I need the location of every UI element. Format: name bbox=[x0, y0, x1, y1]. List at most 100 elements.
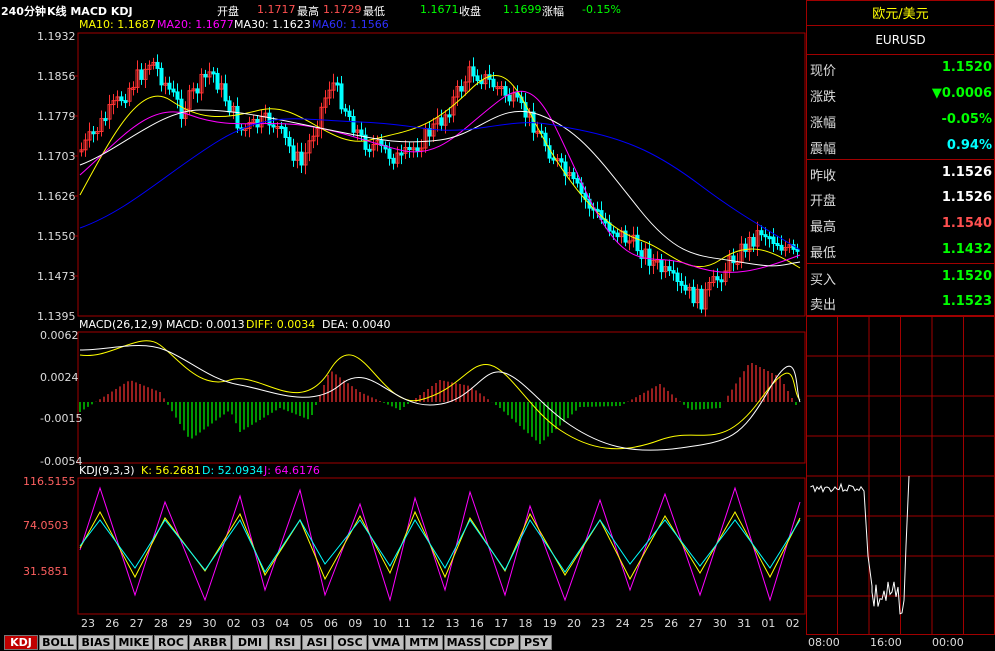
ma20-label: MA20: 1.1677 bbox=[157, 18, 234, 31]
instrument-symbol: EURUSD bbox=[807, 25, 994, 55]
candle-body bbox=[751, 236, 756, 247]
candle-body bbox=[667, 266, 672, 272]
quote-row-value: 0.94% bbox=[946, 138, 992, 153]
date-tick-label: 26 bbox=[664, 617, 678, 630]
quote-row-value: 1.1520 bbox=[941, 269, 992, 284]
tab-asi[interactable]: ASI bbox=[302, 635, 332, 650]
candle-body bbox=[551, 157, 556, 161]
tab-kdj[interactable]: KDJ bbox=[4, 635, 38, 650]
candlestick-chart[interactable]: MA10: 1.1687 MA20: 1.1677 MA30: 1.1623 M… bbox=[0, 0, 806, 634]
candle-body bbox=[343, 108, 348, 112]
candle-body bbox=[227, 100, 232, 113]
candle-body bbox=[223, 83, 228, 102]
price-tick-label: 1.1932 bbox=[37, 30, 76, 43]
candle-body bbox=[271, 124, 276, 128]
instrument-name: 欧元/美元 bbox=[872, 7, 929, 22]
tab-vma[interactable]: VMA bbox=[368, 635, 404, 650]
candle-body bbox=[391, 157, 396, 164]
kdj-k-value: K: 56.2681 bbox=[141, 464, 201, 477]
candle-body bbox=[759, 230, 764, 236]
tab-cdp[interactable]: CDP bbox=[485, 635, 519, 650]
quote-row: 涨跌 ▼0.0006 bbox=[807, 81, 995, 107]
intraday-time-0000: 00:00 bbox=[932, 636, 964, 649]
candle-body bbox=[195, 88, 200, 94]
candle-body bbox=[91, 131, 96, 135]
date-tick-label: 24 bbox=[616, 617, 630, 630]
candle-body bbox=[351, 115, 356, 133]
candle-body bbox=[367, 148, 372, 152]
tab-boll[interactable]: BOLL bbox=[39, 635, 77, 650]
candle-body bbox=[575, 178, 580, 184]
candle-body bbox=[715, 276, 720, 281]
candle-body bbox=[283, 126, 288, 138]
candle-body bbox=[387, 148, 392, 159]
quote-row-label: 买入 bbox=[810, 273, 837, 288]
date-tick-label: 06 bbox=[324, 617, 338, 630]
quote-row: 卖出 1.1523 bbox=[807, 289, 995, 315]
tab-osc[interactable]: OSC bbox=[333, 635, 367, 650]
quote-row-value: ▼0.0006 bbox=[931, 86, 992, 101]
quote-row-value: -0.05% bbox=[941, 112, 993, 127]
candle-body bbox=[779, 244, 784, 251]
candle-body bbox=[743, 243, 748, 252]
diff-value: DIFF: 0.0034 bbox=[246, 318, 315, 331]
kdj-tick-label: 31.5851 bbox=[23, 565, 69, 578]
date-tick-label: 25 bbox=[640, 617, 654, 630]
tab-bias[interactable]: BIAS bbox=[78, 635, 114, 650]
candle-body bbox=[683, 284, 688, 291]
macd-panel-frame bbox=[77, 331, 806, 464]
candle-body bbox=[215, 72, 220, 90]
date-tick-label: 19 bbox=[543, 617, 557, 630]
tab-dmi[interactable]: DMI bbox=[232, 635, 268, 650]
tab-mass[interactable]: MASS bbox=[444, 635, 484, 650]
candle-body bbox=[335, 82, 340, 86]
candle-body bbox=[439, 117, 444, 126]
macd-tick-label: 0.0062 bbox=[40, 329, 79, 342]
date-tick-label: 02 bbox=[786, 617, 800, 630]
quote-row-label: 涨跌 bbox=[810, 90, 837, 105]
tab-arbr[interactable]: ARBR bbox=[189, 635, 231, 650]
candle-body bbox=[459, 86, 464, 92]
macd-histogram bbox=[79, 363, 797, 444]
price-grid bbox=[74, 75, 78, 277]
tab-rsi[interactable]: RSI bbox=[269, 635, 301, 650]
kdj-lines bbox=[79, 486, 801, 602]
candle-body bbox=[179, 98, 184, 119]
candle-body bbox=[291, 145, 296, 161]
tab-roc[interactable]: ROC bbox=[154, 635, 188, 650]
quote-row-value: 1.1432 bbox=[941, 242, 992, 257]
macd-tick-label: 0.0024 bbox=[40, 371, 79, 384]
date-tick-label: 29 bbox=[178, 617, 192, 630]
quote-row: 最高 1.1540 bbox=[807, 211, 995, 237]
candle-body bbox=[103, 118, 108, 122]
price-tick-label: 1.1856 bbox=[37, 70, 76, 83]
candle-body bbox=[359, 129, 364, 136]
quote-row-label: 卖出 bbox=[810, 298, 837, 313]
quote-row: 涨幅 -0.05% bbox=[807, 107, 995, 133]
date-tick-label: 11 bbox=[397, 617, 411, 630]
candle-body bbox=[491, 78, 496, 88]
date-tick-label: 02 bbox=[227, 617, 241, 630]
candle-body bbox=[647, 248, 652, 266]
date-tick-label: 30 bbox=[203, 617, 217, 630]
candle-body bbox=[171, 88, 176, 93]
tab-psy[interactable]: PSY bbox=[520, 635, 552, 650]
candlestick-series bbox=[79, 54, 800, 317]
date-tick-label: 04 bbox=[275, 617, 289, 630]
candle-body bbox=[691, 286, 696, 304]
quote-row-label: 开盘 bbox=[810, 194, 837, 209]
candle-body bbox=[447, 114, 452, 118]
candle-body bbox=[659, 259, 664, 273]
price-axis: 1.1932 1.1856 1.1779 1.1703 1.1626 1.1550 1.14… bbox=[37, 30, 76, 323]
candle-body bbox=[503, 86, 508, 96]
intraday-grid bbox=[806, 316, 995, 634]
kdj-j-value: J: 64.6176 bbox=[263, 464, 320, 477]
quote-row-label: 震幅 bbox=[810, 142, 837, 157]
dea-value: DEA: 0.0040 bbox=[322, 318, 390, 331]
date-tick-label: 26 bbox=[105, 617, 119, 630]
intraday-chart[interactable]: 08:00 16:00 00:00 bbox=[806, 316, 995, 651]
indicator-tab-bar: KDJ BOLL BIAS MIKE ROC ARBR DMI RSI ASI OSC VMA MTM… bbox=[0, 634, 806, 651]
tab-mtm[interactable]: MTM bbox=[405, 635, 443, 650]
candle-body bbox=[399, 152, 404, 156]
tab-mike[interactable]: MIKE bbox=[115, 635, 153, 650]
